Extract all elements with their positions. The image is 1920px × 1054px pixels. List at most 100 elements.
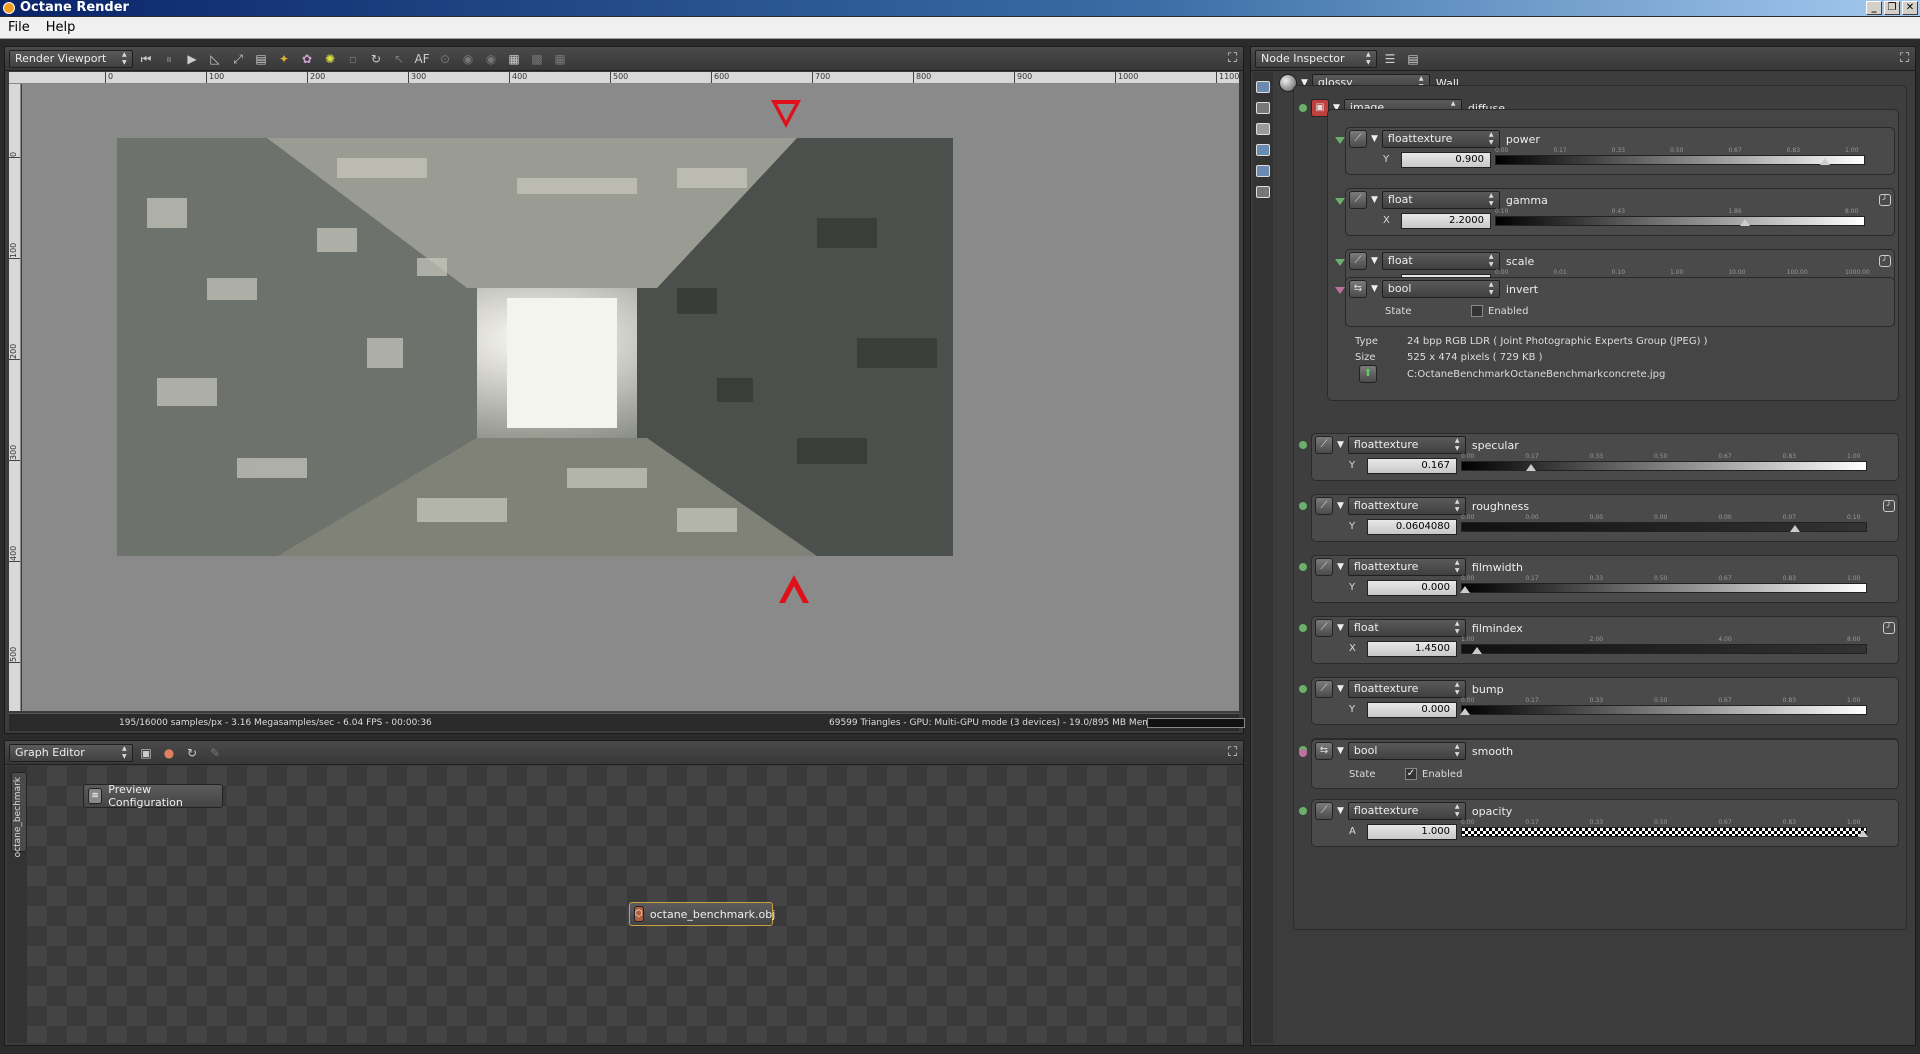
graph-maximize-icon[interactable]: ⛶ [1228,745,1237,760]
opacity-slider-thumb[interactable] [1858,830,1868,837]
refresh-icon[interactable]: ↻ [366,50,386,68]
film-region-icon[interactable]: ◉ [481,50,501,68]
power-slider[interactable] [1495,155,1865,165]
filmwidth-slider[interactable] [1461,583,1867,593]
smooth-checkbox[interactable]: ✓ Enabled [1405,768,1462,780]
invert-checkbox[interactable]: Enabled [1471,305,1528,317]
gamma-slider[interactable] [1495,216,1865,226]
expand-gamma-icon[interactable]: ▼ [1371,195,1378,205]
scale-curve-icon[interactable]: ╯ [1879,255,1891,267]
filmindex-type-combo[interactable]: float [1347,619,1466,637]
render-target-icon[interactable] [1256,81,1270,93]
filmindex-slider-thumb[interactable] [1471,647,1482,654]
clay-mode-icon[interactable]: ▦ [504,50,524,68]
expand-opacity-icon[interactable]: ▼ [1337,806,1344,816]
minimize-button[interactable]: _ [1866,1,1882,15]
expand-all-icon[interactable]: ▤ [1403,50,1423,68]
autofocus-button[interactable]: AF [412,50,432,68]
cursor-icon[interactable]: ↖ [389,50,409,68]
close-button[interactable]: ✕ [1902,1,1918,15]
save-render-icon[interactable]: ▤ [251,50,271,68]
region-render-icon[interactable]: ◉ [458,50,478,68]
filmindex-slider[interactable] [1461,644,1867,654]
viewport-selector[interactable]: Render Viewport [9,49,133,68]
restore-button[interactable]: ❐ [1884,1,1900,15]
image-icon[interactable] [1256,165,1270,177]
graph-selector[interactable]: Graph Editor [9,743,133,762]
pause-icon[interactable]: ⏸ [159,50,179,68]
inspector-selector[interactable]: Node Inspector [1255,49,1377,68]
expand-bump-icon[interactable]: ▼ [1337,684,1344,694]
save-graph-icon[interactable]: ▣ [136,744,156,762]
filmwidth-value-field[interactable]: 0.000 [1367,580,1457,596]
specular-type-combo[interactable]: floattexture [1347,436,1466,454]
specular-value-field[interactable]: 0.167 [1367,458,1457,474]
camera-icon[interactable] [1256,102,1270,114]
mesh-node[interactable]: ⬡ octane_benchmark.obj [629,902,775,926]
opacity-value-field[interactable]: 1.000 [1367,824,1457,840]
roughness-curve-icon[interactable]: ╯ [1883,500,1895,512]
bump-slider[interactable] [1461,705,1867,715]
play-icon[interactable]: ▶ [182,50,202,68]
bump-slider-thumb[interactable] [1460,708,1470,715]
subsample-icon[interactable]: ▩ [527,50,547,68]
expand-filmwidth-icon[interactable]: ▼ [1337,562,1344,572]
smooth-type-combo[interactable]: bool [1347,742,1466,760]
gamma-type-combo[interactable]: float [1381,191,1500,209]
specular-slider[interactable] [1461,461,1867,471]
specular-slider-thumb[interactable] [1526,464,1537,471]
gamma-curve-icon[interactable]: ╯ [1879,194,1891,206]
graph-tab[interactable]: octane_bechmark [11,772,27,857]
invert-type-combo[interactable]: bool [1381,280,1500,298]
scale-type-combo[interactable]: float [1381,252,1500,270]
roughness-value-field[interactable]: 0.0604080 [1367,519,1457,535]
maximize-icon[interactable]: ⛶ [1228,51,1237,66]
roughness-type-combo[interactable]: floattexture [1347,497,1466,515]
film-icon[interactable] [1256,123,1270,135]
menu-file[interactable]: File [0,20,38,35]
expand-smooth-icon[interactable]: ▼ [1337,746,1344,756]
roughness-slider-thumb[interactable] [1790,525,1801,532]
material-picker-icon[interactable]: ✦ [274,50,294,68]
expand-scale-icon[interactable]: ▼ [1371,256,1378,266]
filmwidth-slider-thumb[interactable] [1460,586,1470,593]
expand-roughness-icon[interactable]: ▼ [1337,501,1344,511]
expand-specular-icon[interactable]: ▼ [1337,440,1344,450]
focus-picker-icon[interactable]: ◺ [205,50,225,68]
power-type-combo[interactable]: floattexture [1381,130,1500,148]
camera-reset-icon[interactable]: ⤢ [228,50,248,68]
light-picker-icon[interactable]: ✺ [320,50,340,68]
lock-icon[interactable]: ⊙ [435,50,455,68]
inspector-maximize-icon[interactable]: ⛶ [1900,51,1909,66]
grid-icon[interactable]: ▦ [550,50,570,68]
material-icon[interactable]: ● [159,744,179,762]
rewind-icon[interactable]: ⏮ [136,50,156,68]
smooth-check-box[interactable]: ✓ [1405,768,1417,780]
power-value-field[interactable]: 0.900 [1401,152,1491,168]
render-canvas[interactable] [22,84,1239,711]
bump-value-field[interactable]: 0.000 [1367,702,1457,718]
expand-power-icon[interactable]: ▼ [1371,134,1378,144]
object-picker-icon[interactable]: ✿ [297,50,317,68]
menu-help[interactable]: Help [38,20,84,35]
expand-filmindex-icon[interactable]: ▼ [1337,623,1344,633]
filmindex-curve-icon[interactable]: ╯ [1883,622,1895,634]
roughness-slider[interactable] [1461,522,1867,532]
load-image-icon[interactable]: ⬆ [1359,365,1377,383]
environment-icon[interactable] [1256,144,1270,156]
gamma-value-field[interactable]: 2.2000 [1401,213,1491,229]
opacity-type-combo[interactable]: floattexture [1347,802,1466,820]
kernel-icon[interactable] [1256,186,1270,198]
preview-configuration-node[interactable]: ≋ Preview Configuration [83,783,223,809]
bump-type-combo[interactable]: floattexture [1347,680,1466,698]
invert-check-box[interactable] [1471,305,1483,317]
power-slider-thumb[interactable] [1819,158,1830,165]
graph-canvas[interactable]: ≋ Preview Configuration ⬡ octane_benchma… [27,766,1241,1043]
reload-icon[interactable]: ↻ [182,744,202,762]
opacity-slider[interactable] [1461,827,1867,837]
filmindex-value-field[interactable]: 1.4500 [1367,641,1457,657]
gamma-slider-thumb[interactable] [1740,219,1751,226]
edit-graph-icon[interactable]: ✎ [205,744,225,762]
filmwidth-type-combo[interactable]: floattexture [1347,558,1466,576]
expand-invert-icon[interactable]: ▼ [1371,284,1378,294]
